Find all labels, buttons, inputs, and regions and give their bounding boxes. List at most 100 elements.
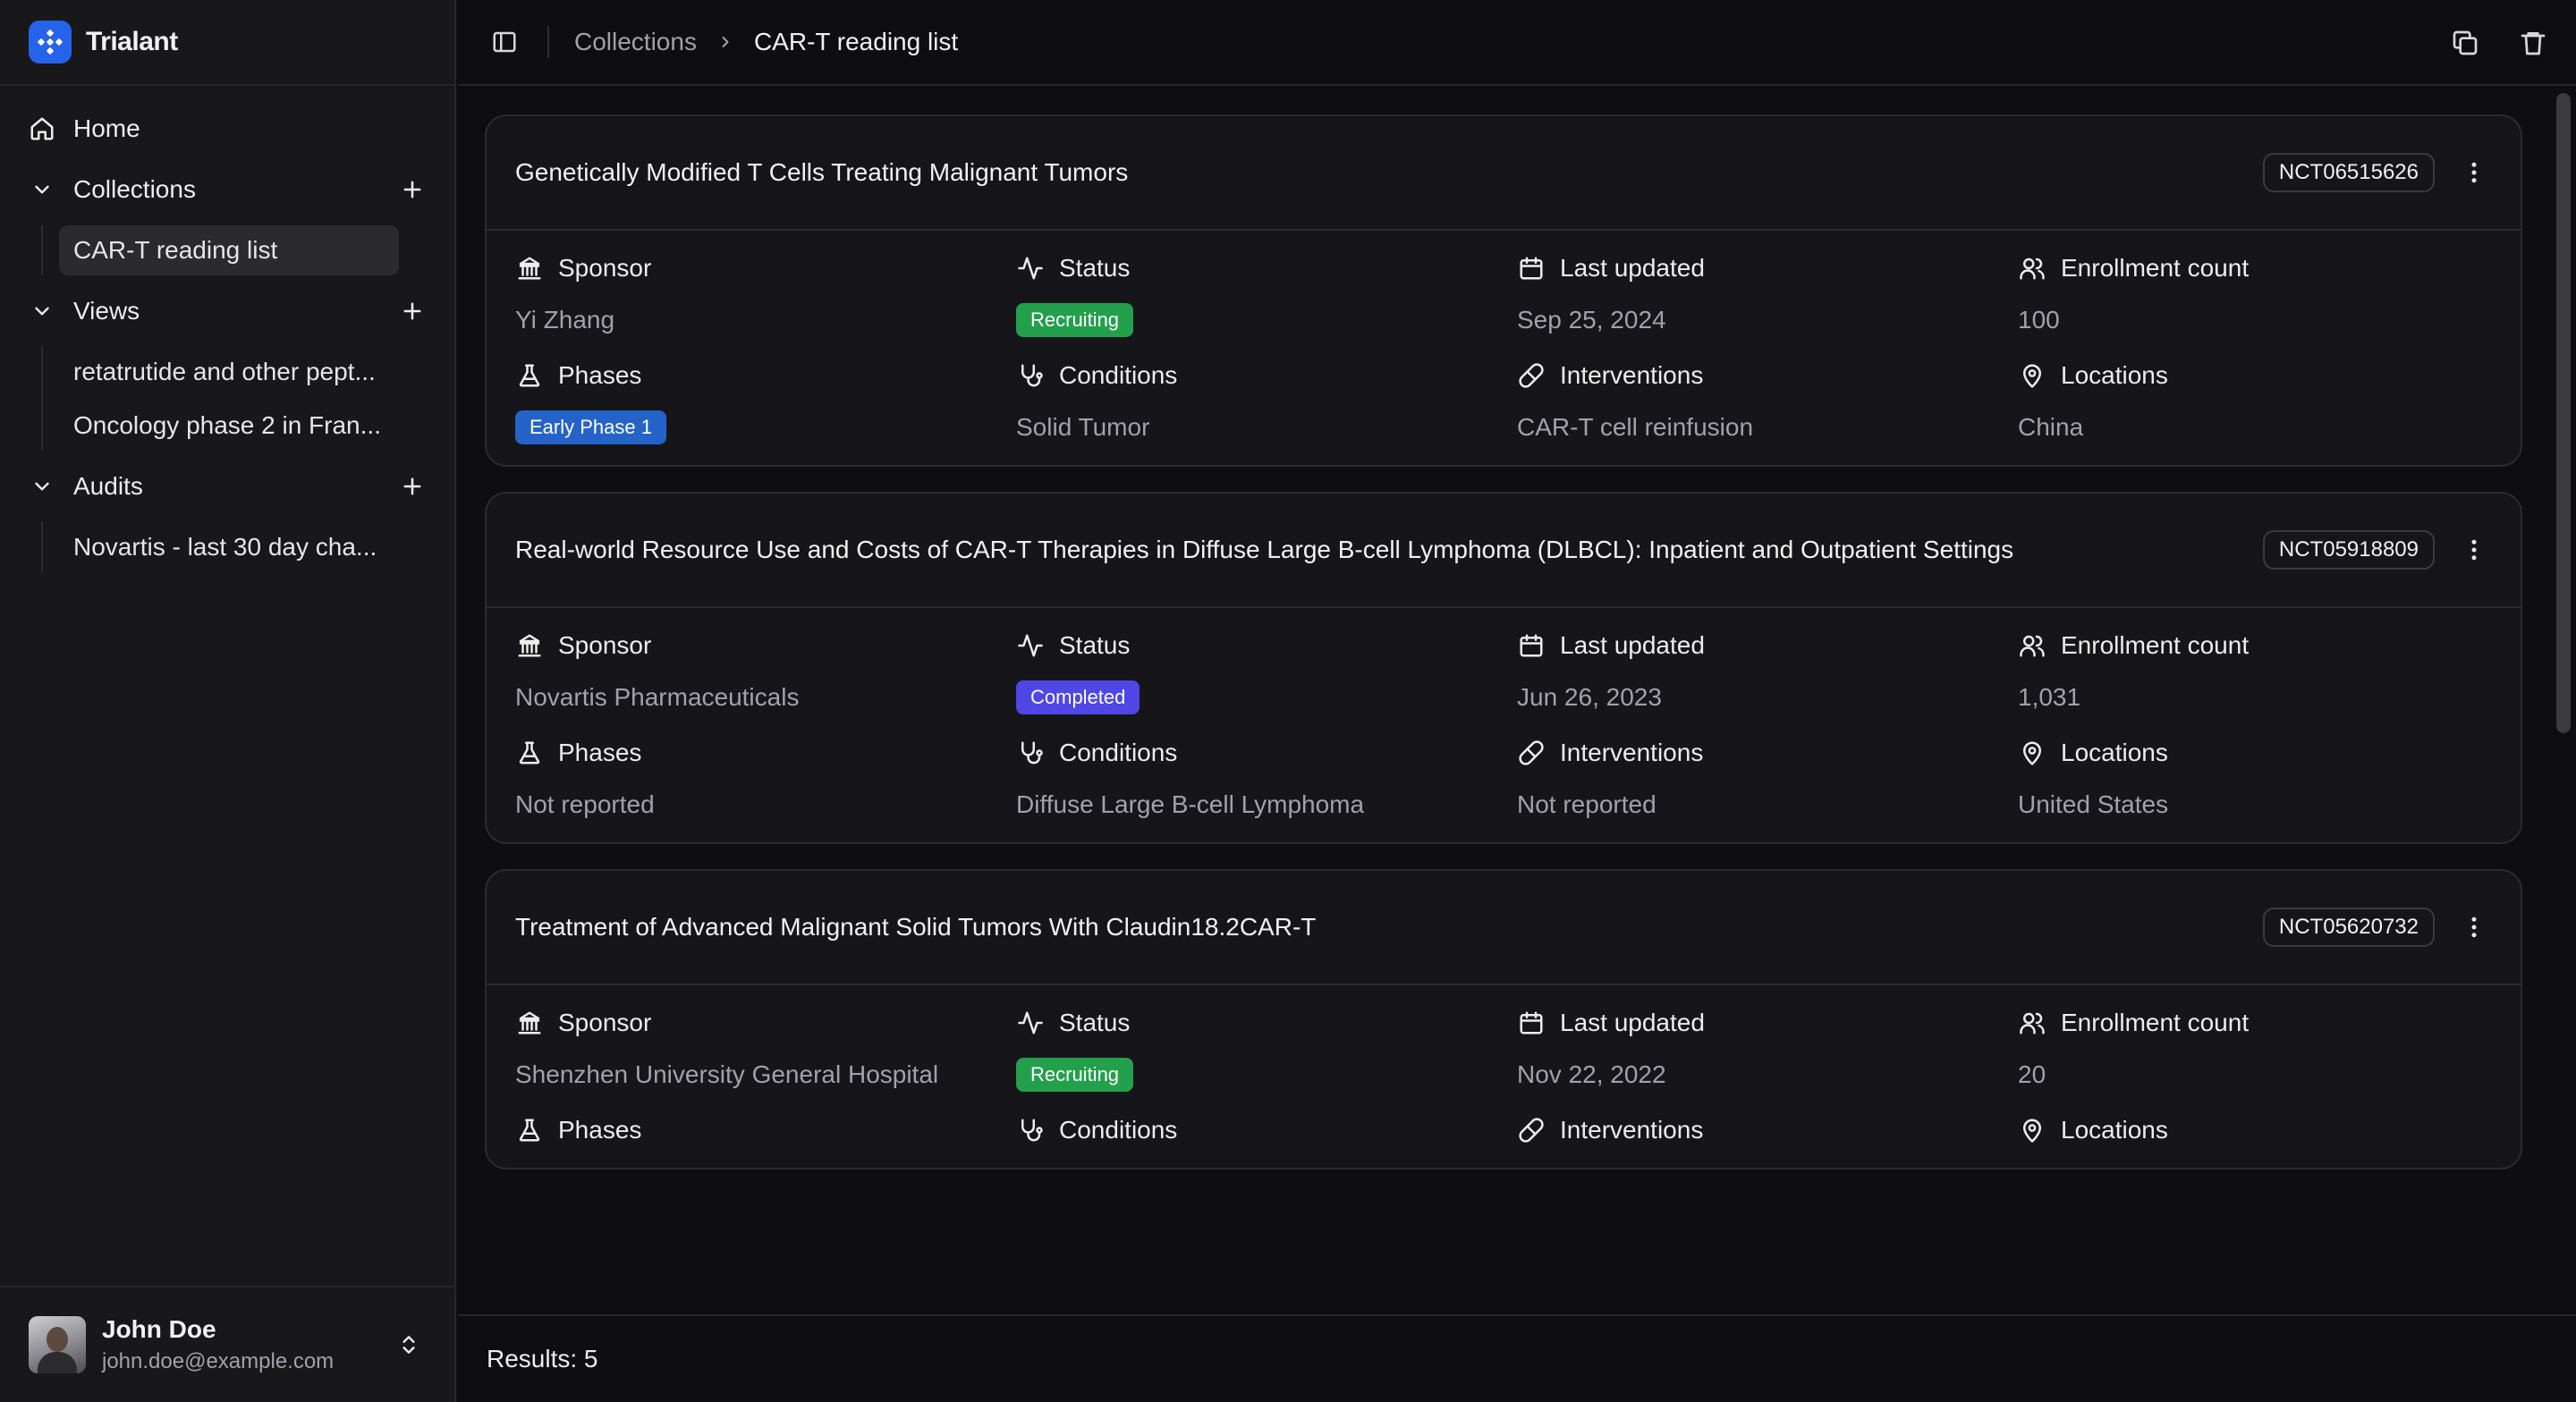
trial-card[interactable]: Real-world Resource Use and Costs of CAR… [485, 492, 2522, 844]
trial-fields: Sponsor Yi Zhang Status Recruiting Last … [487, 231, 2521, 465]
field-label: Conditions [1059, 739, 1178, 766]
sidebar-nav: Home Collections CAR-T reading list View… [0, 86, 454, 572]
status-badge: Recruiting [1016, 303, 1134, 337]
sponsor-value: Shenzhen University General Hospital [515, 1060, 939, 1088]
users-icon [2018, 254, 2046, 283]
user-menu[interactable]: John Doe john.doe@example.com [0, 1286, 454, 1402]
stethoscope-icon [1016, 1116, 1045, 1144]
field-label: Interventions [1560, 1116, 1704, 1144]
field-label: Enrollment count [2061, 254, 2250, 282]
breadcrumb: Collections CAR-T reading list [574, 28, 958, 56]
trial-card[interactable]: Genetically Modified T Cells Treating Ma… [485, 114, 2522, 467]
field-last-updated: Last updated Sep 25, 2024 [1517, 250, 2018, 338]
activity-icon [1016, 631, 1045, 660]
trial-card-header: Treatment of Advanced Malignant Solid Tu… [487, 871, 2521, 985]
field-locations: Locations China [2018, 358, 2519, 445]
field-enrollment: Enrollment count 100 [2018, 250, 2519, 338]
sidebar-item-car-t-reading-list[interactable]: CAR-T reading list [59, 225, 399, 275]
nct-id-badge: NCT05918809 [2262, 530, 2435, 570]
more-options-button[interactable] [2456, 155, 2492, 190]
add-audit-button[interactable] [397, 471, 428, 502]
toolbar-actions [2447, 25, 2551, 61]
delete-button[interactable] [2515, 25, 2551, 61]
field-label: Last updated [1560, 1009, 1705, 1036]
trial-title[interactable]: Treatment of Advanced Malignant Solid Tu… [515, 913, 2263, 942]
sidebar-section-collections[interactable]: Collections [27, 157, 428, 222]
field-locations: Locations [2018, 1112, 2519, 1148]
collections-list: CAR-T reading list [41, 225, 428, 275]
conditions-value: Diffuse Large B-cell Lymphoma [1016, 790, 1365, 818]
breadcrumb-collections[interactable]: Collections [574, 28, 697, 56]
landmark-icon [515, 631, 544, 660]
field-label: Phases [558, 361, 642, 389]
field-label: Sponsor [558, 1009, 652, 1036]
sidebar-section-audits[interactable]: Audits [27, 454, 428, 519]
user-name: John Doe [102, 1315, 216, 1343]
trialant-logo-icon [29, 21, 72, 63]
calendar-icon [1517, 1009, 1546, 1037]
field-label: Conditions [1059, 361, 1178, 389]
status-badge: Recruiting [1016, 1058, 1134, 1092]
trial-card-header: Genetically Modified T Cells Treating Ma… [487, 116, 2521, 231]
brand[interactable]: Trialant [0, 0, 454, 86]
toggle-sidebar-button[interactable] [487, 24, 522, 60]
chevron-down-icon[interactable] [27, 296, 57, 326]
trial-title[interactable]: Real-world Resource Use and Costs of CAR… [515, 536, 2263, 564]
sidebar-section-views[interactable]: Views [27, 279, 428, 343]
pill-icon [1517, 361, 1546, 390]
scrollbar-thumb[interactable] [2556, 93, 2571, 733]
field-phases: Phases Early Phase 1 [515, 358, 1016, 445]
field-label: Status [1059, 631, 1131, 659]
divider [547, 26, 549, 58]
avatar [29, 1316, 86, 1373]
conditions-value: Solid Tumor [1016, 413, 1150, 441]
enrollment-value: 1,031 [2018, 683, 2081, 711]
map-pin-icon [2018, 739, 2046, 767]
sidebar-item-view[interactable]: retatrutide and other pept... [59, 347, 399, 397]
trial-title[interactable]: Genetically Modified T Cells Treating Ma… [515, 158, 2263, 187]
field-label: Last updated [1560, 631, 1705, 659]
add-collection-button[interactable] [397, 174, 428, 205]
sidebar-item-audit[interactable]: Novartis - last 30 day cha... [59, 522, 399, 572]
field-label: Locations [2061, 739, 2168, 766]
field-label: Sponsor [558, 254, 652, 282]
chevrons-up-down-icon[interactable] [394, 1330, 424, 1360]
trial-card-header: Real-world Resource Use and Costs of CAR… [487, 494, 2521, 608]
sidebar-item-view[interactable]: Oncology phase 2 in Fran... [59, 401, 399, 451]
stethoscope-icon [1016, 361, 1045, 390]
add-view-button[interactable] [397, 296, 428, 326]
chevron-right-icon [715, 31, 736, 53]
map-pin-icon [2018, 361, 2046, 390]
pill-icon [1517, 1116, 1546, 1144]
user-email: john.doe@example.com [102, 1349, 335, 1373]
section-label: Audits [73, 472, 143, 500]
field-conditions: Conditions Solid Tumor [1016, 358, 1517, 445]
chevron-down-icon[interactable] [27, 471, 57, 502]
field-label: Conditions [1059, 1116, 1178, 1144]
stethoscope-icon [1016, 739, 1045, 767]
flask-icon [515, 1116, 544, 1144]
duplicate-button[interactable] [2447, 25, 2483, 61]
field-interventions: Interventions [1517, 1112, 2018, 1148]
more-options-button[interactable] [2456, 532, 2492, 568]
field-label: Sponsor [558, 631, 652, 659]
interventions-value: CAR-T cell reinfusion [1517, 413, 1754, 441]
views-list: retatrutide and other pept... Oncology p… [41, 347, 428, 451]
more-options-button[interactable] [2456, 909, 2492, 945]
home-icon [27, 114, 57, 144]
field-label: Last updated [1560, 254, 1705, 282]
flask-icon [515, 739, 544, 767]
sidebar: Trialant Home Collections CAR-T reading … [0, 0, 456, 1402]
phase-badge: Early Phase 1 [515, 410, 666, 444]
trial-list: Genetically Modified T Cells Treating Ma… [458, 88, 2549, 1314]
breadcrumb-current: CAR-T reading list [753, 28, 959, 55]
field-last-updated: Last updated Nov 22, 2022 [1517, 1005, 2018, 1093]
field-phases: Phases [515, 1112, 1016, 1148]
trial-card[interactable]: Treatment of Advanced Malignant Solid Tu… [485, 869, 2522, 1170]
field-label: Phases [558, 739, 642, 766]
last-updated-value: Sep 25, 2024 [1517, 306, 1666, 334]
map-pin-icon [2018, 1116, 2046, 1144]
interventions-value: Not reported [1517, 790, 1657, 818]
chevron-down-icon[interactable] [27, 174, 57, 205]
sidebar-item-home[interactable]: Home [27, 100, 428, 157]
